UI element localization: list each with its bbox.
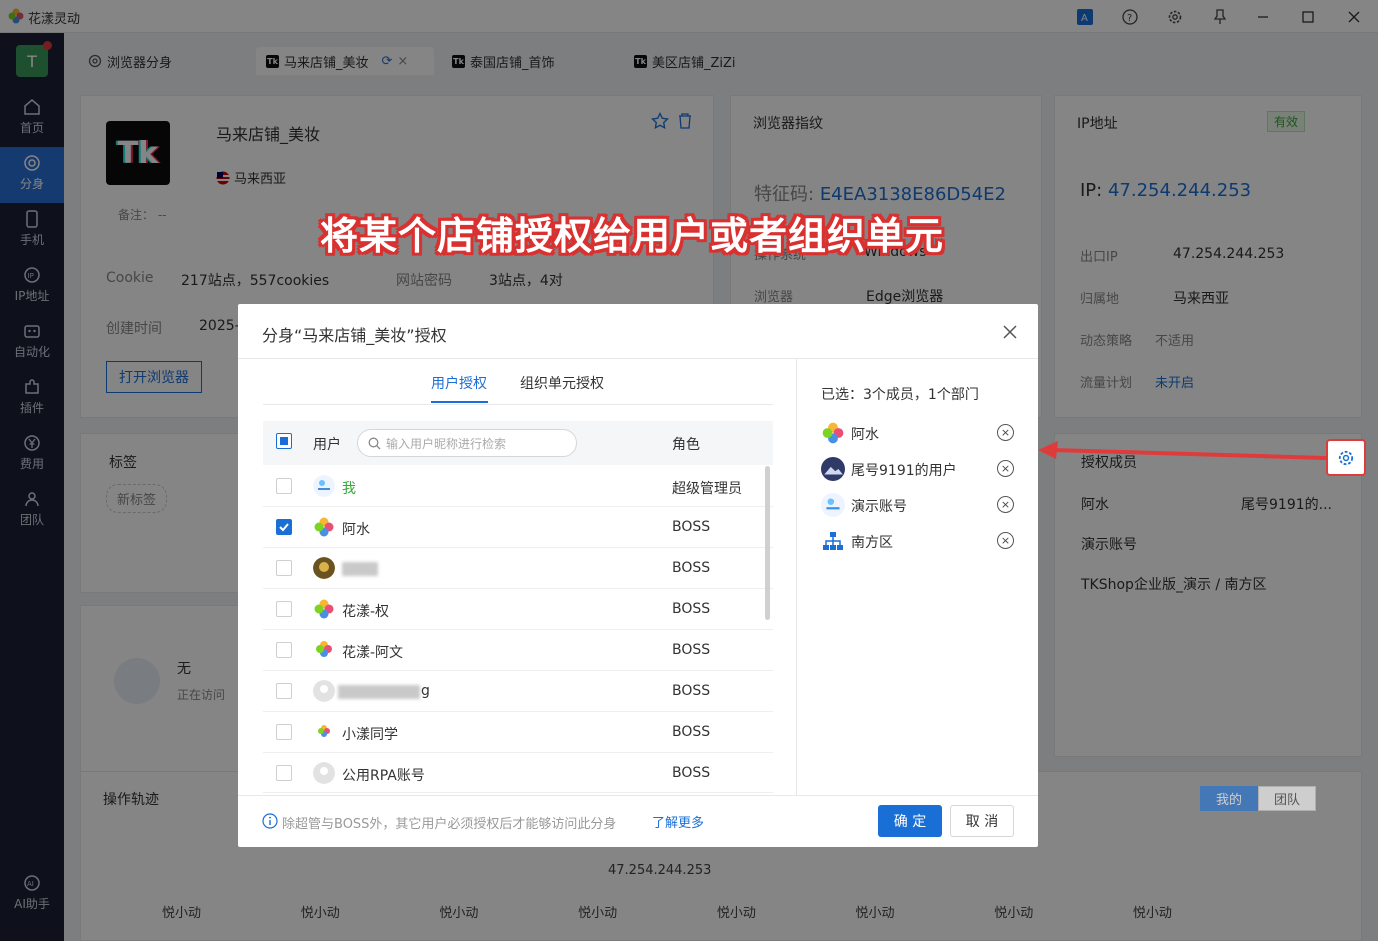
trace-toggle: 我的 团队 [1200,786,1320,811]
gear-icon [1338,450,1354,465]
annotation-caption: 将某个店铺授权给用户或者组织单元 [320,214,945,258]
table-header: 用户 输入用户昵称进行检索 角色 [263,421,773,465]
annotation-arrow-icon [1038,441,1327,460]
select-all-checkbox[interactable] [276,433,292,449]
selected-name: 南方区 [851,535,893,551]
org-tree-icon [823,532,843,550]
authorize-dialog: 分身“马来店铺_美妆”授权 用户授权 组织单元授权 用户 输入用户昵称进行检索 … [238,304,1038,847]
cancel-button[interactable]: 取 消 [950,805,1014,837]
blurred-name [338,685,420,699]
cloud-avatar-icon [821,493,845,517]
table-row[interactable]: 阿水 BOSS [263,507,773,548]
selected-name: 阿水 [851,427,879,443]
user-role: BOSS [672,519,711,535]
user-role: BOSS [672,724,711,740]
table-row[interactable]: BOSS [263,548,773,589]
trace-node: 悦小动 [162,906,202,921]
flower-avatar-icon [318,725,330,737]
user-name: 公用RPA账号 [342,768,425,784]
trace-node: 悦小动 [578,906,618,921]
user-role: BOSS [672,683,711,699]
flower-avatar-icon [314,599,334,619]
row-checkbox[interactable] [276,765,292,781]
search-icon [368,437,381,450]
mountain-avatar [821,457,845,481]
table-scrollbar[interactable] [765,466,770,620]
user-name: 花漾-权 [342,604,390,620]
col-role: 角色 [672,437,700,453]
selected-name: 演示账号 [851,499,907,515]
trace-nodes: 悦小动 悦小动 悦小动 悦小动 悦小动 悦小动 悦小动 悦小动 [162,902,1172,921]
table-row[interactable]: 花漾-阿文 BOSS [263,630,773,671]
flower-avatar-icon [314,517,334,537]
user-name: 小漾同学 [342,727,398,743]
trace-node: 悦小动 [855,906,895,921]
photo-avatar [313,557,335,579]
tab-org-auth[interactable]: 组织单元授权 [520,373,604,393]
row-checkbox[interactable] [276,683,292,699]
close-icon[interactable] [1003,325,1017,339]
user-name: 我 [342,481,356,497]
user-role: 超级管理员 [672,481,742,497]
user-name: 花漾-阿文 [342,645,404,661]
user-search-input[interactable]: 输入用户昵称进行检索 [357,429,577,457]
selected-item: 南方区 × [821,529,1021,555]
avatar [313,475,335,497]
row-checkbox[interactable] [276,601,292,617]
divider [238,795,1038,796]
selected-item: 阿水 × [821,421,1021,447]
remove-icon[interactable]: × [997,496,1014,513]
flower-avatar-icon [316,641,332,657]
trace-node: 悦小动 [439,906,479,921]
flower-avatar-icon [822,422,844,444]
trace-node: 悦小动 [716,906,756,921]
row-checkbox[interactable] [276,478,292,494]
selected-item: 尾号9191的用户 × [821,457,1021,483]
authorize-settings-button[interactable] [1326,439,1366,476]
selected-list: 阿水 × 尾号9191的用户 × 演示账号 × 南方区 × [799,421,1038,621]
blurred-name [342,562,378,576]
remove-icon[interactable]: × [997,424,1014,441]
trace-center-ip: 47.254.244.253 [608,863,712,878]
table-row[interactable]: 花漾-权 BOSS [263,589,773,630]
default-avatar [313,680,335,702]
user-role: BOSS [672,560,711,576]
row-checkbox[interactable] [276,560,292,576]
user-role: BOSS [672,765,711,781]
divider [238,358,1038,359]
tab-user-auth[interactable]: 用户授权 [431,373,487,393]
selected-summary: 已选：3个成员，1个部门 [821,387,979,403]
search-placeholder: 输入用户昵称进行检索 [386,437,507,451]
trace-team-button[interactable]: 团队 [1258,786,1316,811]
row-checkbox[interactable] [276,519,292,535]
trace-node: 悦小动 [1132,906,1172,921]
row-checkbox[interactable] [276,724,292,740]
remove-icon[interactable]: × [997,532,1014,549]
selected-name: 尾号9191的用户 [851,463,957,479]
tab-underline [431,401,488,403]
default-avatar [313,762,335,784]
divider [263,404,773,405]
remove-icon[interactable]: × [997,460,1014,477]
table-row[interactable]: 小漾同学 BOSS [263,712,773,753]
confirm-button[interactable]: 确 定 [878,805,942,837]
table-row[interactable]: 公用RPA账号 BOSS [263,753,773,793]
user-name: 阿水 [342,522,370,538]
info-icon [262,813,278,829]
trace-node: 悦小动 [994,906,1034,921]
selected-item: 演示账号 × [821,493,1021,519]
learn-more-link[interactable]: 了解更多 [652,812,704,831]
user-role: BOSS [672,601,711,617]
table-row[interactable]: g BOSS [263,671,773,712]
user-name: g [421,683,430,699]
footer-note: 除超管与BOSS外，其它用户必须授权后才能够访问此分身 [282,817,617,832]
trace-node: 悦小动 [300,906,340,921]
trace-mine-button[interactable]: 我的 [1200,786,1258,811]
user-role: BOSS [672,642,711,658]
dialog-title: 分身“马来店铺_美妆”授权 [262,326,447,345]
row-checkbox[interactable] [276,642,292,658]
divider [796,359,797,795]
table-row[interactable]: 我 超级管理员 [263,466,773,507]
col-user: 用户 [313,437,341,453]
